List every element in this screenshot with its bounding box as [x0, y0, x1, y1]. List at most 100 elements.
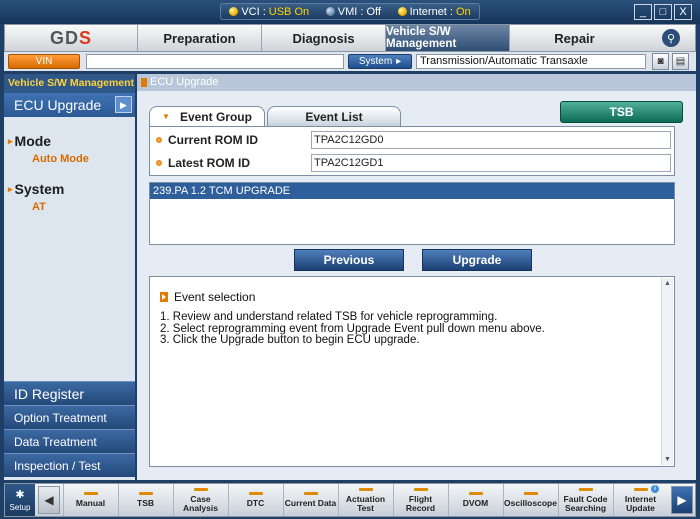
tool-indicator — [138, 492, 153, 495]
sidebar-item-label: ECU Upgrade — [14, 97, 102, 113]
vci-value: USB On — [268, 5, 310, 18]
vehicle-info-button[interactable]: ▤ — [672, 53, 689, 70]
info-badge-icon: i — [651, 485, 659, 493]
camera-button[interactable]: ◙ — [652, 53, 669, 70]
tool-manual[interactable]: Manual — [63, 484, 117, 516]
tool-label: Flight Record — [405, 493, 436, 513]
tool-label: Actuation Test — [345, 493, 386, 513]
previous-button[interactable]: Previous — [294, 249, 404, 271]
tool-indicator — [83, 492, 98, 495]
scroll-up-icon[interactable]: ▲ — [662, 278, 673, 289]
tool-tsb[interactable]: TSB — [118, 484, 172, 516]
search-button[interactable]: ⚲ — [651, 28, 691, 48]
current-rom-value: TPA2C12GD0 — [311, 131, 671, 149]
sidebar-item-option-treatment[interactable]: Option Treatment — [4, 405, 135, 429]
system-heading: System — [14, 181, 65, 197]
latest-rom-value: TPA2C12GD1 — [311, 154, 671, 172]
minimize-button[interactable]: _ — [634, 4, 652, 20]
scrollbar[interactable]: ▲ ▼ — [661, 278, 673, 465]
rom-id-panel: Current ROM ID TPA2C12GD0 Latest ROM ID … — [149, 126, 675, 176]
current-rom-label: Current ROM ID — [168, 133, 258, 147]
vmi-label: VMI : — [337, 5, 364, 18]
tool-current-data[interactable]: Current Data — [283, 484, 337, 516]
tool-label: Internet Update — [624, 493, 657, 513]
tab-repair[interactable]: Repair — [509, 25, 639, 51]
tool-label: Fault Code Searching — [563, 493, 608, 513]
sidebar-item-id-register[interactable]: ID Register — [4, 381, 135, 405]
sidebar-item-data-treatment[interactable]: Data Treatment — [4, 429, 135, 453]
vmi-indicator-icon — [325, 7, 335, 16]
internet-value: On — [455, 5, 471, 18]
toolbar-prev-button[interactable]: ◀ — [38, 486, 60, 514]
instructions-panel: Event selection 1. Review and understand… — [149, 276, 675, 467]
upgrade-button[interactable]: Upgrade — [422, 249, 532, 271]
tab-preparation[interactable]: Preparation — [137, 25, 261, 51]
tab-label: Event Group — [179, 109, 252, 124]
tool-fault-code-searching[interactable]: Fault Code Searching — [558, 484, 612, 516]
tab-event-list[interactable]: Event List — [267, 106, 401, 126]
internet-label: Internet : — [409, 5, 453, 18]
tool-case-analysis[interactable]: Case Analysis — [173, 484, 227, 516]
vmi-status: VMI : Off — [325, 5, 381, 18]
logo-text: GD — [49, 27, 79, 48]
breadcrumb: ECU Upgrade — [137, 74, 696, 91]
tab-event-group[interactable]: ▼ Event Group — [149, 106, 265, 126]
system-button[interactable]: System ▸ — [348, 54, 412, 69]
tool-indicator — [413, 487, 428, 491]
tool-indicator — [468, 492, 483, 495]
system-button-label: System — [358, 56, 393, 67]
system-value: AT — [32, 201, 46, 213]
instruction-line: 3. Click the Upgrade button to begin ECU… — [160, 334, 420, 346]
play-icon — [160, 292, 168, 302]
close-button[interactable]: X — [674, 4, 692, 20]
tool-oscilloscope[interactable]: Oscilloscope — [503, 484, 557, 516]
tool-label: Case Analysis — [183, 493, 218, 513]
tool-indicator — [523, 492, 538, 495]
instruction-line: 1. Review and understand related TSB for… — [160, 311, 498, 323]
mode-value: Auto Mode — [32, 153, 89, 165]
tool-internet-update[interactable]: Internet Update i — [613, 484, 667, 516]
chevron-right-icon[interactable]: ▶ — [115, 96, 132, 113]
bullet-icon — [156, 160, 162, 166]
instructions-title: Event selection — [160, 290, 255, 304]
scroll-down-icon[interactable]: ▼ — [662, 454, 673, 465]
vmi-value: Off — [366, 5, 381, 18]
main-menu: GD S Preparation Diagnosis Vehicle S/W Ma… — [4, 24, 696, 52]
mode-section: ▸ Mode Auto Mode — [4, 133, 135, 165]
tab-vehicle-sw-management[interactable]: Vehicle S/W Management — [385, 25, 509, 51]
vin-field[interactable] — [86, 54, 344, 69]
tool-actuation-test[interactable]: Actuation Test — [338, 484, 392, 516]
tool-indicator — [578, 487, 593, 491]
toolbar-next-button[interactable]: ▶ — [671, 486, 693, 514]
chevron-left-icon: ◀ — [44, 493, 54, 507]
tool-indicator — [193, 487, 208, 491]
instructions-heading: Event selection — [174, 290, 256, 304]
logo-accent: S — [78, 27, 92, 48]
tab-diagnosis[interactable]: Diagnosis — [261, 25, 385, 51]
status-bar: VCI : USB On VMI : Off Internet : On _ □… — [0, 0, 700, 24]
tool-dtc[interactable]: DTC — [228, 484, 282, 516]
instructions-text: 1. Review and understand related TSB for… — [160, 311, 545, 347]
vin-button[interactable]: VIN — [8, 54, 80, 69]
list-item[interactable]: 239.PA 1.2 TCM UPGRADE — [150, 183, 674, 199]
sidebar-item-ecu-upgrade[interactable]: ECU Upgrade ▶ — [4, 93, 135, 117]
system-section: ▸ System AT — [4, 181, 135, 213]
setup-button[interactable]: ✱ Setup — [5, 484, 35, 516]
tool-label: Current Data — [284, 498, 337, 508]
wrench-icon: ✱ — [15, 489, 25, 501]
vci-label: VCI : — [241, 5, 266, 18]
system-field[interactable]: Transmission/Automatic Transaxle — [416, 54, 646, 69]
sidebar-item-inspection-test[interactable]: Inspection / Test — [4, 453, 135, 477]
tool-dvom[interactable]: DVOM — [448, 484, 502, 516]
tsb-button[interactable]: TSB — [560, 101, 683, 123]
panel-title: Vehicle S/W Management — [4, 74, 135, 93]
tool-indicator — [303, 492, 318, 495]
triangle-icon: ▸ — [8, 135, 13, 146]
camera-icon: ◙ — [657, 56, 664, 67]
mode-heading: Mode — [14, 133, 52, 149]
tool-flight-record[interactable]: Flight Record — [393, 484, 447, 516]
chevron-right-icon: ▶ — [677, 493, 687, 507]
maximize-button[interactable]: □ — [654, 4, 672, 20]
chevron-right-icon: ▸ — [396, 56, 402, 67]
bullet-icon — [156, 137, 162, 143]
